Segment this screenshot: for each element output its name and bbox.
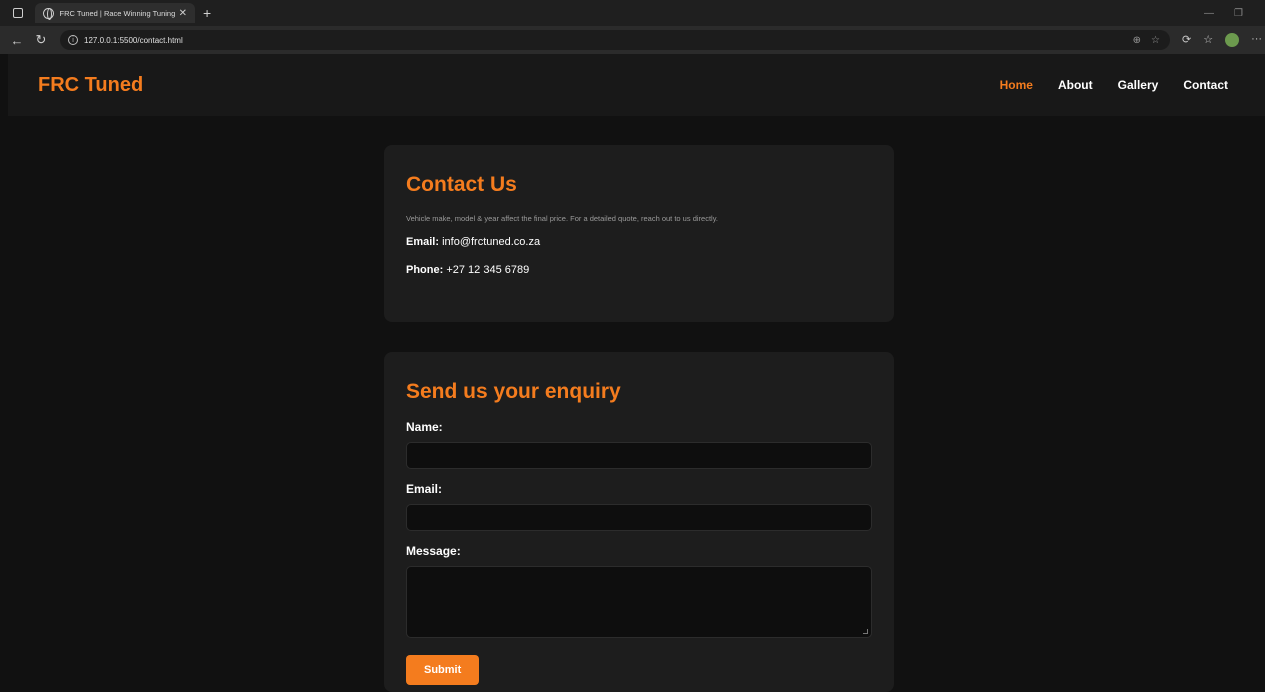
phone-value: +27 12 345 6789 [446, 264, 530, 276]
main-nav: Home About Gallery Contact [1000, 78, 1228, 92]
nav-contact-link[interactable]: Contact [1183, 78, 1228, 92]
url-field[interactable]: i 127.0.0.1:5500/contact.html ⊕ ☆ [60, 30, 1170, 50]
name-label: Name: [406, 420, 443, 434]
site-info-icon[interactable]: i [68, 35, 78, 45]
enquiry-card: Send us your enquiry Name: Email: Messag… [384, 352, 894, 692]
email-value: info@frctuned.co.za [442, 236, 541, 248]
email-field-label: Email: [406, 482, 443, 496]
site-header: FRC Tuned Home About Gallery Contact [8, 54, 1265, 116]
resize-grip-icon[interactable] [863, 629, 868, 634]
contact-email-line: Email: info@frctuned.co.za [406, 236, 872, 248]
new-tab-button[interactable]: + [203, 5, 211, 21]
contact-phone-line: Phone: +27 12 345 6789 [406, 264, 872, 276]
enquiry-title: Send us your enquiry [406, 380, 621, 403]
browser-tab[interactable]: FRC Tuned | Race Winning Tuning ✕ [35, 3, 195, 23]
phone-label: Phone: [406, 264, 444, 276]
more-menu-icon[interactable]: ··· [1251, 33, 1262, 47]
window-controls: — ❐ [1204, 8, 1243, 19]
message-textarea[interactable] [406, 566, 872, 638]
close-icon[interactable]: ✕ [179, 8, 187, 19]
submit-button[interactable]: Submit [406, 655, 480, 685]
restore-icon[interactable]: ❐ [1234, 8, 1243, 19]
nav-home-link[interactable]: Home [1000, 78, 1033, 92]
refresh-icon[interactable]: ↻ [34, 32, 48, 48]
message-label: Message: [406, 544, 461, 558]
url-text: 127.0.0.1:5500/contact.html [84, 35, 183, 45]
brand-logo[interactable]: FRC Tuned [38, 74, 143, 97]
page-viewport: FRC Tuned Home About Gallery Contact Con… [8, 54, 1265, 692]
favorite-star-icon[interactable]: ☆ [1151, 35, 1160, 46]
contact-title: Contact Us [406, 173, 517, 196]
zoom-icon[interactable]: ⊕ [1133, 35, 1141, 46]
browser-tab-bar: FRC Tuned | Race Winning Tuning ✕ + — ❐ [0, 0, 1265, 26]
pricing-note: Vehicle make, model & year affect the fi… [406, 214, 718, 223]
extensions-icon[interactable]: ⟳ [1182, 33, 1191, 47]
back-icon[interactable]: ← [10, 33, 24, 48]
email-label: Email: [406, 236, 440, 248]
tab-actions-icon[interactable] [13, 8, 23, 18]
profile-avatar-icon[interactable] [1225, 33, 1240, 47]
name-input[interactable] [406, 442, 872, 469]
email-input[interactable] [406, 504, 872, 531]
contact-card: Contact Us Vehicle make, model & year af… [384, 145, 894, 322]
favorites-icon[interactable]: ☆ [1203, 33, 1213, 47]
nav-about-link[interactable]: About [1058, 78, 1093, 92]
tab-title: FRC Tuned | Race Winning Tuning [59, 8, 175, 18]
address-bar-row: ← ↻ i 127.0.0.1:5500/contact.html ⊕ ☆ ⟳ … [0, 26, 1265, 54]
minimize-icon[interactable]: — [1204, 8, 1214, 19]
globe-icon [43, 7, 54, 20]
nav-gallery-link[interactable]: Gallery [1118, 78, 1159, 92]
